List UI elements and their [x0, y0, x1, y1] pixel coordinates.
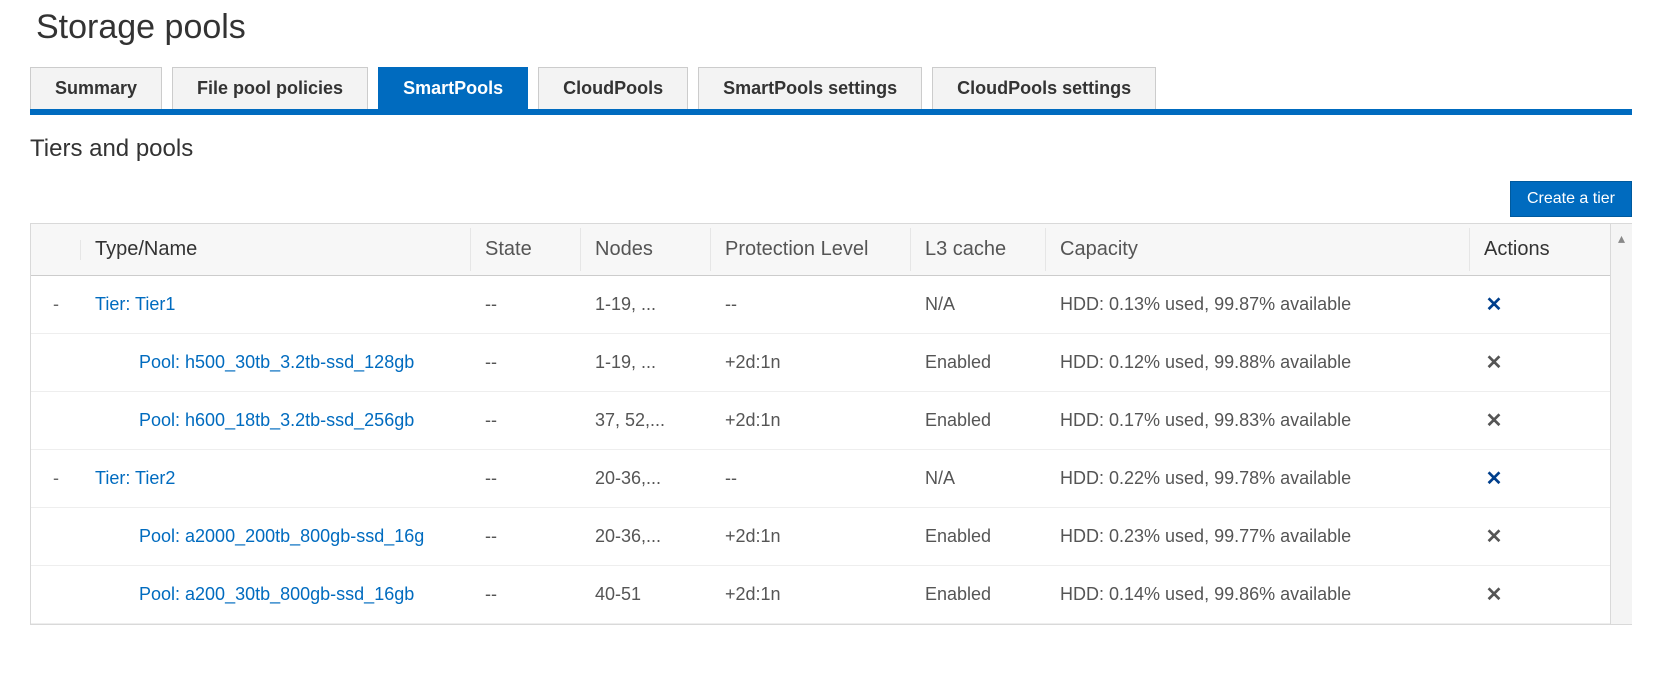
delete-icon[interactable]: ✕: [1484, 466, 1504, 491]
tier-row: -Tier: Tier1--1-19, ...--N/AHDD: 0.13% u…: [31, 276, 1610, 334]
expand-toggle: [31, 585, 81, 605]
cell-l3-cache: N/A: [911, 458, 1046, 499]
cell-capacity: HDD: 0.22% used, 99.78% available: [1046, 458, 1470, 499]
cell-nodes: 20-36,...: [581, 458, 711, 499]
tier-row: -Tier: Tier2--20-36,...--N/AHDD: 0.22% u…: [31, 450, 1610, 508]
cell-nodes: 37, 52,...: [581, 400, 711, 441]
cell-l3-cache: N/A: [911, 284, 1046, 325]
cell-protection: +2d:1n: [711, 574, 911, 615]
col-header-expand: [31, 240, 81, 260]
expand-toggle[interactable]: -: [31, 284, 81, 325]
delete-icon[interactable]: ✕: [1484, 582, 1504, 607]
cell-state: --: [471, 516, 581, 557]
cell-state: --: [471, 574, 581, 615]
cell-l3-cache: Enabled: [911, 342, 1046, 383]
expand-toggle: [31, 411, 81, 431]
cell-capacity: HDD: 0.14% used, 99.86% available: [1046, 574, 1470, 615]
cell-actions: ✕: [1470, 282, 1610, 327]
col-header-type-name[interactable]: Type/Name: [81, 228, 471, 271]
cell-protection: +2d:1n: [711, 400, 911, 441]
pool-row: Pool: a2000_200tb_800gb-ssd_16g --20-36,.…: [31, 508, 1610, 566]
cell-actions: ✕: [1470, 398, 1610, 443]
tabs-bar: SummaryFile pool policiesSmartPoolsCloud…: [30, 67, 1632, 115]
vertical-scrollbar[interactable]: ▴: [1610, 224, 1632, 624]
tab-smartpools-settings[interactable]: SmartPools settings: [698, 67, 922, 109]
cell-protection: +2d:1n: [711, 342, 911, 383]
col-header-l3-cache[interactable]: L3 cache: [911, 228, 1046, 271]
cell-state: --: [471, 284, 581, 325]
col-header-nodes[interactable]: Nodes: [581, 228, 711, 271]
cell-capacity: HDD: 0.17% used, 99.83% available: [1046, 400, 1470, 441]
cell-protection: --: [711, 284, 911, 325]
tab-file-pool-policies[interactable]: File pool policies: [172, 67, 368, 109]
tier-link[interactable]: Tier: Tier2: [95, 468, 175, 488]
cell-state: --: [471, 342, 581, 383]
tier-link[interactable]: Tier: Tier1: [95, 294, 175, 314]
tab-smartpools[interactable]: SmartPools: [378, 67, 528, 109]
cell-l3-cache: Enabled: [911, 574, 1046, 615]
cell-nodes: 1-19, ...: [581, 284, 711, 325]
cell-nodes: 1-19, ...: [581, 342, 711, 383]
tab-cloudpools-settings[interactable]: CloudPools settings: [932, 67, 1156, 109]
cell-actions: ✕: [1470, 514, 1610, 559]
pool-link[interactable]: Pool: a200_30tb_800gb-ssd_16gb: [139, 584, 414, 604]
tab-cloudpools[interactable]: CloudPools: [538, 67, 688, 109]
toolbar: Create a tier: [30, 181, 1632, 217]
cell-nodes: 20-36,...: [581, 516, 711, 557]
cell-l3-cache: Enabled: [911, 400, 1046, 441]
tiers-pools-table: Type/Name State Nodes Protection Level L…: [30, 223, 1632, 625]
cell-protection: +2d:1n: [711, 516, 911, 557]
section-title: Tiers and pools: [30, 135, 1632, 163]
delete-icon[interactable]: ✕: [1484, 292, 1504, 317]
create-tier-button[interactable]: Create a tier: [1510, 181, 1632, 217]
expand-toggle: [31, 353, 81, 373]
delete-icon[interactable]: ✕: [1484, 408, 1504, 433]
pool-row: Pool: a200_30tb_800gb-ssd_16gb --40-51+2d…: [31, 566, 1610, 624]
cell-protection: --: [711, 458, 911, 499]
table-header-row: Type/Name State Nodes Protection Level L…: [31, 224, 1610, 276]
delete-icon[interactable]: ✕: [1484, 524, 1504, 549]
cell-capacity: HDD: 0.12% used, 99.88% available: [1046, 342, 1470, 383]
col-header-capacity[interactable]: Capacity: [1046, 228, 1470, 271]
pool-row: Pool: h500_30tb_3.2tb-ssd_128gb --1-19, .…: [31, 334, 1610, 392]
tab-summary[interactable]: Summary: [30, 67, 162, 109]
pool-row: Pool: h600_18tb_3.2tb-ssd_256gb --37, 52,…: [31, 392, 1610, 450]
col-header-actions: Actions: [1470, 228, 1610, 271]
cell-state: --: [471, 400, 581, 441]
cell-actions: ✕: [1470, 456, 1610, 501]
cell-nodes: 40-51: [581, 574, 711, 615]
cell-l3-cache: Enabled: [911, 516, 1046, 557]
cell-capacity: HDD: 0.23% used, 99.77% available: [1046, 516, 1470, 557]
pool-link[interactable]: Pool: a2000_200tb_800gb-ssd_16g: [139, 526, 424, 546]
cell-capacity: HDD: 0.13% used, 99.87% available: [1046, 284, 1470, 325]
page-title: Storage pools: [36, 8, 1632, 47]
col-header-state[interactable]: State: [471, 228, 581, 271]
expand-toggle: [31, 527, 81, 547]
pool-link[interactable]: Pool: h600_18tb_3.2tb-ssd_256gb: [139, 410, 414, 430]
expand-toggle[interactable]: -: [31, 458, 81, 499]
pool-link[interactable]: Pool: h500_30tb_3.2tb-ssd_128gb: [139, 352, 414, 372]
cell-actions: ✕: [1470, 572, 1610, 617]
cell-state: --: [471, 458, 581, 499]
delete-icon[interactable]: ✕: [1484, 350, 1504, 375]
cell-actions: ✕: [1470, 340, 1610, 385]
scroll-up-icon[interactable]: ▴: [1611, 230, 1632, 247]
col-header-protection[interactable]: Protection Level: [711, 228, 911, 271]
